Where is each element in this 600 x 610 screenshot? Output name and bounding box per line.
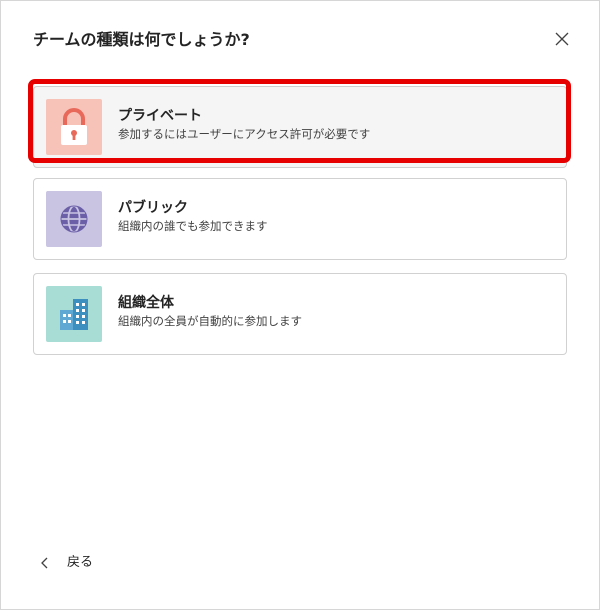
building-icon [60,299,88,330]
option-private-name: プライベート [118,108,202,124]
option-private-description: 参加するにはユーザーにアクセス許可が必要です [118,127,371,141]
globe-icon [60,205,88,233]
lock-icon [61,108,87,145]
option-org-wide[interactable]: 組織全体 組織内の全員が自動的に参加します [33,273,567,355]
option-org-wide-description: 組織内の全員が自動的に参加します [118,314,302,328]
team-type-dialog: チームの種類は何でしょうか? プライベート 参加するにはユーザーにアクセス許可が… [0,0,600,610]
private-icon-tile [46,99,102,155]
chevron-left-icon [41,557,48,569]
option-public-name: パブリック [118,200,188,216]
option-public[interactable]: パブリック 組織内の誰でも参加できます [33,178,567,260]
back-button-label: 戻る [67,555,94,570]
close-icon [555,32,569,46]
option-public-description: 組織内の誰でも参加できます [118,219,268,233]
option-org-wide-name: 組織全体 [118,295,174,311]
public-icon-tile [46,191,102,247]
option-private[interactable]: プライベート 参加するにはユーザーにアクセス許可が必要です [33,86,567,168]
close-button[interactable] [550,27,574,51]
back-button[interactable]: 戻る [37,551,93,575]
org-wide-icon-tile [46,286,102,342]
dialog-title: チームの種類は何でしょうか? [33,30,250,49]
